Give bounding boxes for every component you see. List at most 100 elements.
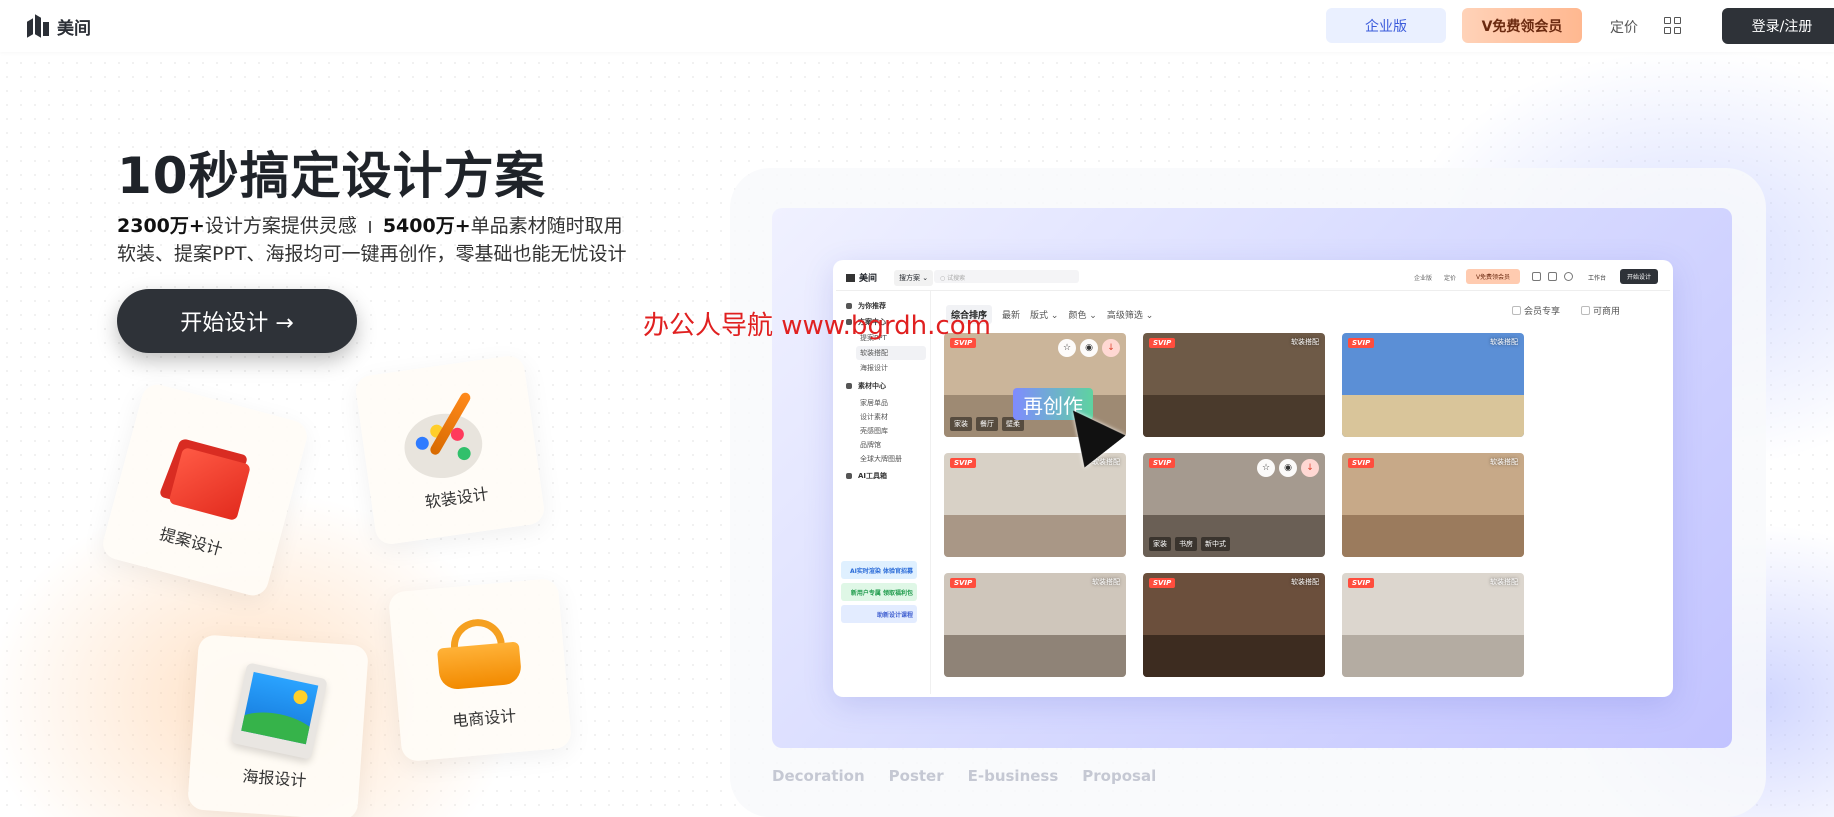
tile-floor (944, 635, 1126, 677)
divider (368, 220, 371, 233)
sidebar-banner-course: 助新设计课程 (841, 605, 917, 623)
logo[interactable]: 美间 (27, 13, 91, 39)
svip-badge: SVIP (1149, 458, 1176, 468)
sidebar-soft-active: 软装搭配 (856, 346, 926, 360)
svip-badge: SVIP (1348, 458, 1375, 468)
tile-chip: 餐厅 (976, 417, 998, 431)
logo-text: 美间 (57, 19, 91, 39)
sidebar-banner-render: AI实时渲染 体验官招募 (841, 561, 917, 579)
folder-icon (158, 431, 256, 522)
card-label: 软装设计 (423, 484, 490, 512)
enterprise-button[interactable]: 企业版 (1326, 8, 1446, 43)
sidebar-item: 品牌馆 (860, 441, 881, 449)
filter-advanced: 高级筛选 ⌄ (1106, 311, 1154, 321)
preview-avatar (1564, 272, 1573, 281)
svip-badge: SVIP (950, 578, 977, 588)
stat1-value: 2300万+ (117, 215, 205, 237)
tile-tag: 软装搭配 (1490, 578, 1518, 586)
apps-grid-icon[interactable] (1664, 17, 1681, 34)
tile-tag: 软装搭配 (1092, 578, 1120, 586)
start-design-button[interactable]: 开始设计 → (117, 289, 357, 353)
tile-floor (1342, 515, 1524, 557)
tag-proposal[interactable]: Proposal (1082, 767, 1156, 785)
sidebar-ai-tools: AI工具箱 (846, 471, 887, 481)
preview-pricing: 定价 (1444, 275, 1457, 282)
filter-color: 颜色 ⌄ (1068, 311, 1097, 321)
tile-tag: 软装搭配 (1490, 338, 1518, 346)
tile-floor (944, 515, 1126, 557)
card-poster-design[interactable]: 海报设计 (187, 634, 369, 817)
pricing-link[interactable]: 定价 (1610, 17, 1638, 37)
tag-ebusiness[interactable]: E-business (968, 767, 1059, 785)
logo-icon (846, 273, 855, 282)
svip-badge: SVIP (1149, 338, 1176, 348)
tile-tag: 软装搭配 (1291, 578, 1319, 586)
design-tile: SVIP 家装 书房 新中式 ☆ ◉ ↓ (1143, 453, 1325, 557)
preview-sidebar: 为你推荐 方案中心 提案PPT 软装搭配 海报设计 素材中心 家居单品 设计素材… (836, 291, 931, 694)
palette-icon (397, 383, 499, 485)
eye-icon: ◉ (1279, 459, 1297, 477)
svip-badge: SVIP (1149, 578, 1176, 588)
design-tile: SVIP 软装搭配 (1342, 453, 1524, 557)
stat1-text: 设计方案提供灵感 (204, 215, 357, 237)
sidebar-material-center: 素材中心 (846, 381, 886, 391)
sidebar-item: 壳感图库 (860, 427, 888, 435)
tag-decoration[interactable]: Decoration (772, 767, 865, 785)
svip-badge: SVIP (950, 458, 977, 468)
design-tile: SVIP 软装搭配 (1143, 333, 1325, 437)
tile-floor (1143, 395, 1325, 437)
sidebar-poster: 海报设计 (860, 364, 888, 372)
login-register-button[interactable]: 登录/注册 (1722, 8, 1834, 44)
design-tile: SVIP 软装搭配 (944, 573, 1126, 677)
logo-icon (27, 13, 51, 38)
design-tile: SVIP 软装搭配 (944, 453, 1126, 557)
basket-icon (431, 615, 527, 693)
free-vip-button[interactable]: V免费领会员 (1462, 8, 1582, 43)
tile-chip: 新中式 (1201, 537, 1230, 551)
tile-floor (1143, 635, 1325, 677)
member-only-checkbox: 会员专享 (1512, 304, 1560, 317)
preview-workspace: 工作台 (1588, 275, 1607, 282)
showcase-tags: Decoration Poster E-business Proposal (772, 767, 1156, 785)
top-nav: 美间 企业版 V免费领会员 定价 登录/注册 (0, 0, 1834, 52)
tile-actions: ☆ ◉ ↓ (1257, 459, 1319, 477)
eye-icon: ◉ (1080, 339, 1098, 357)
tile-floor (1342, 395, 1524, 437)
sidebar-item: 全球大牌图册 (860, 455, 902, 463)
hero-subtitle: 软装、提案PPT、海报均可一键再创作，零基础也能无忧设计 (117, 243, 627, 265)
card-label: 电商设计 (451, 706, 517, 731)
tag-poster[interactable]: Poster (889, 767, 944, 785)
commercial-label: 可商用 (1593, 307, 1621, 317)
card-soft-design[interactable]: 软装设计 (353, 353, 547, 547)
card-ecommerce-design[interactable]: 电商设计 (387, 577, 573, 763)
design-tile: SVIP 软装搭配 (1342, 333, 1524, 437)
tile-tag: 软装搭配 (1291, 338, 1319, 346)
star-icon: ☆ (1257, 459, 1275, 477)
svip-badge: SVIP (1348, 578, 1375, 588)
tile-chip: 家装 (950, 417, 972, 431)
preview-bell-icon (1548, 272, 1557, 281)
sidebar-banner-newuser: 新用户专属 领取福利包 (841, 583, 917, 601)
card-label: 海报设计 (241, 766, 308, 791)
design-tile: SVIP 软装搭配 (1143, 573, 1325, 677)
design-tile: SVIP 软装搭配 (1342, 573, 1524, 677)
tile-actions: ☆ ◉ ↓ (1058, 339, 1120, 357)
star-icon: ☆ (1058, 339, 1076, 357)
sidebar-item: 设计素材 (860, 413, 888, 421)
preview-search-input: ○ 试搜索 (934, 270, 1079, 283)
download-icon: ↓ (1102, 339, 1120, 357)
tile-chip: 书房 (1175, 537, 1197, 551)
preview-vip-button: V免费领会员 (1466, 269, 1520, 284)
download-icon: ↓ (1301, 459, 1319, 477)
watermark: 办公人导航 www.bgrdh.com (643, 311, 991, 341)
filter-latest: 最新 (1002, 311, 1021, 321)
tile-chips: 家装 书房 新中式 (1149, 537, 1230, 551)
stat2-text: 单品素材随时取用 (470, 215, 623, 237)
preview-start-button: 开始设计 (1620, 269, 1658, 284)
stat2-value: 5400万+ (382, 215, 471, 237)
tile-chip: 家装 (1149, 537, 1171, 551)
svip-badge: SVIP (1348, 338, 1375, 348)
tile-floor (1342, 635, 1524, 677)
filter-layout: 版式 ⌄ (1030, 311, 1059, 321)
preview-logo-text: 美间 (859, 274, 878, 284)
